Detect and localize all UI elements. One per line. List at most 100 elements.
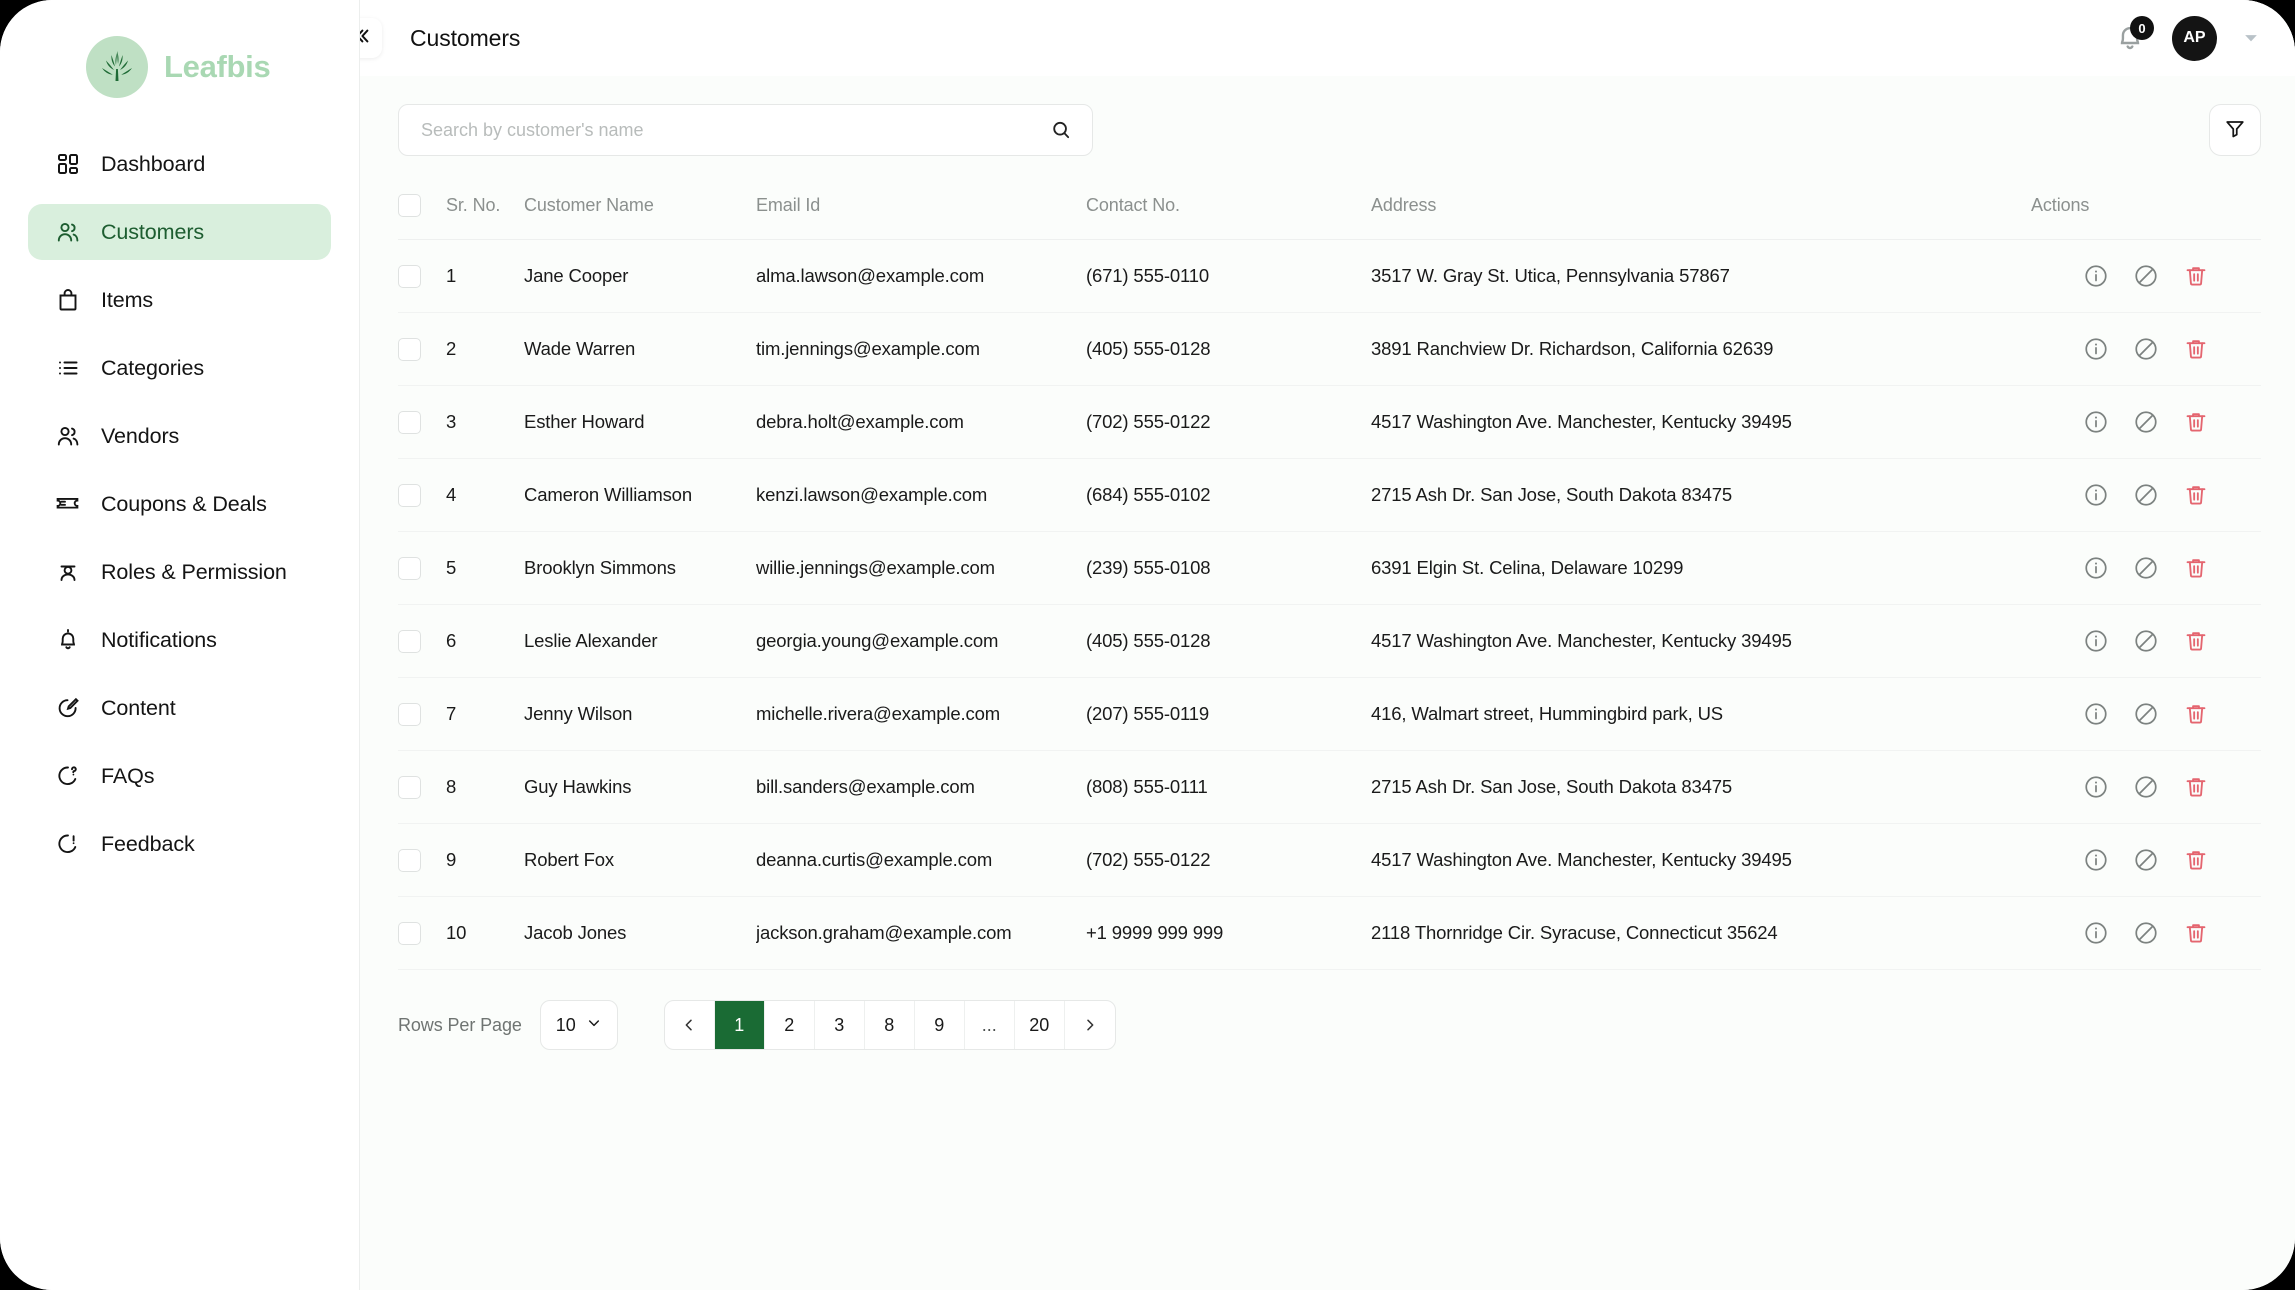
- cell-actions: [2031, 531, 2261, 605]
- search-input[interactable]: [421, 119, 1050, 141]
- sidebar-item-label: Roles & Permission: [101, 559, 287, 584]
- cell-address: 4517 Washington Ave. Manchester, Kentuck…: [1371, 385, 2031, 459]
- page-button-8[interactable]: 8: [865, 1001, 915, 1049]
- page-button-20[interactable]: 20: [1015, 1001, 1065, 1049]
- row-checkbox[interactable]: [398, 264, 421, 288]
- row-checkbox[interactable]: [398, 483, 421, 507]
- info-circle-icon[interactable]: [2083, 628, 2109, 654]
- select-all-checkbox[interactable]: [398, 194, 421, 217]
- trash-delete-icon[interactable]: [2183, 482, 2209, 508]
- sidebar-item-feedback[interactable]: Feedback: [28, 816, 331, 872]
- block-ban-icon[interactable]: [2133, 701, 2159, 727]
- info-circle-icon[interactable]: [2083, 701, 2109, 727]
- page-button-1[interactable]: 1: [714, 1001, 765, 1049]
- column-header-actions: Actions: [2031, 182, 2261, 240]
- block-ban-icon[interactable]: [2133, 482, 2159, 508]
- trash-delete-icon[interactable]: [2183, 847, 2209, 873]
- sidebar-item-notifications[interactable]: Notifications: [28, 612, 331, 668]
- row-action-group: [2031, 555, 2261, 581]
- table-row: 6 Leslie Alexander georgia.young@example.c…: [398, 604, 2261, 678]
- block-ban-icon[interactable]: [2133, 920, 2159, 946]
- trash-delete-icon[interactable]: [2183, 555, 2209, 581]
- topbar-actions: 0 AP: [2114, 15, 2261, 61]
- bag-icon: [54, 287, 81, 314]
- cell-email-id: bill.sanders@example.com: [756, 750, 1086, 824]
- cell-email-id: alma.lawson@example.com: [756, 239, 1086, 313]
- row-checkbox[interactable]: [398, 702, 421, 726]
- block-ban-icon[interactable]: [2133, 555, 2159, 581]
- avatar[interactable]: AP: [2172, 15, 2217, 61]
- main-area: Customers 0 AP Search by customer's name…: [342, 0, 2295, 1290]
- sidebar-item-vendors[interactable]: Vendors: [28, 408, 331, 464]
- sidebar-item-content[interactable]: Content: [28, 680, 331, 736]
- brand-logo[interactable]: Leafbis: [0, 26, 359, 108]
- cell-contact-no: (405) 555-0128: [1086, 312, 1371, 386]
- block-ban-icon[interactable]: [2133, 628, 2159, 654]
- filter-button[interactable]: [2209, 104, 2261, 156]
- block-ban-icon[interactable]: [2133, 847, 2159, 873]
- sidebar-item-coupons-deals[interactable]: Coupons & Deals: [28, 476, 331, 532]
- table-row: 5 Brooklyn Simmons willie.jennings@example…: [398, 531, 2261, 605]
- info-circle-icon[interactable]: [2083, 482, 2109, 508]
- chevron-right-icon[interactable]: [1065, 1001, 1115, 1049]
- trash-delete-icon[interactable]: [2183, 920, 2209, 946]
- page-button-9[interactable]: 9: [915, 1001, 965, 1049]
- info-circle-icon[interactable]: [2083, 336, 2109, 362]
- block-ban-icon[interactable]: [2133, 336, 2159, 362]
- row-checkbox[interactable]: [398, 921, 421, 945]
- cell-actions: [2031, 823, 2261, 897]
- row-checkbox[interactable]: [398, 410, 421, 434]
- feedback-chat-icon: [54, 831, 81, 858]
- cell-email-id: willie.jennings@example.com: [756, 531, 1086, 605]
- table-header: Sr. No. Customer Name Email Id Contact N…: [398, 182, 2261, 240]
- cell-email-id: michelle.rivera@example.com: [756, 677, 1086, 751]
- row-select-cell: [398, 896, 446, 970]
- page-button-3[interactable]: 3: [815, 1001, 865, 1049]
- row-checkbox[interactable]: [398, 848, 421, 872]
- info-circle-icon[interactable]: [2083, 847, 2109, 873]
- search-icon[interactable]: [1050, 119, 1074, 141]
- table-row: 8 Guy Hawkins bill.sanders@example.com (808…: [398, 750, 2261, 824]
- chevron-down-icon: [586, 1015, 602, 1036]
- cell-contact-no: (239) 555-0108: [1086, 531, 1371, 605]
- row-checkbox[interactable]: [398, 556, 421, 580]
- row-checkbox[interactable]: [398, 337, 421, 361]
- table-row: 9 Robert Fox deanna.curtis@example.com (702…: [398, 823, 2261, 897]
- column-header-email-id: Email Id: [756, 182, 1086, 240]
- block-ban-icon[interactable]: [2133, 774, 2159, 800]
- notifications-button[interactable]: 0: [2114, 16, 2154, 55]
- info-circle-icon[interactable]: [2083, 920, 2109, 946]
- row-select-cell: [398, 312, 446, 386]
- trash-delete-icon[interactable]: [2183, 774, 2209, 800]
- trash-delete-icon[interactable]: [2183, 263, 2209, 289]
- page-button-2[interactable]: 2: [765, 1001, 815, 1049]
- sidebar-item-dashboard[interactable]: Dashboard: [28, 136, 331, 192]
- rows-per-page-select[interactable]: 10: [539, 1000, 618, 1050]
- info-circle-icon[interactable]: [2083, 409, 2109, 435]
- chevron-left-icon[interactable]: [665, 1001, 715, 1049]
- row-checkbox[interactable]: [398, 775, 421, 799]
- block-ban-icon[interactable]: [2133, 263, 2159, 289]
- info-circle-icon[interactable]: [2083, 263, 2109, 289]
- cell-customer-name: Jacob Jones: [524, 896, 756, 970]
- column-header-contact-no: Contact No.: [1086, 182, 1371, 240]
- sidebar-item-customers[interactable]: Customers: [28, 204, 331, 260]
- trash-delete-icon[interactable]: [2183, 628, 2209, 654]
- table-row: 4 Cameron Williamson kenzi.lawson@example.…: [398, 458, 2261, 532]
- search-box[interactable]: [398, 104, 1093, 156]
- info-circle-icon[interactable]: [2083, 774, 2109, 800]
- sidebar-item-categories[interactable]: Categories: [28, 340, 331, 396]
- row-checkbox[interactable]: [398, 629, 421, 653]
- info-circle-icon[interactable]: [2083, 555, 2109, 581]
- pagination: Rows Per Page 10 1 2 3 8 9... 20: [398, 1000, 2261, 1060]
- trash-delete-icon[interactable]: [2183, 701, 2209, 727]
- sidebar-item-items[interactable]: Items: [28, 272, 331, 328]
- sidebar-item-faqs[interactable]: FAQs: [28, 748, 331, 804]
- block-ban-icon[interactable]: [2133, 409, 2159, 435]
- sidebar-item-roles-permission[interactable]: Roles & Permission: [28, 544, 331, 600]
- cell-customer-name: Wade Warren: [524, 312, 756, 386]
- trash-delete-icon[interactable]: [2183, 336, 2209, 362]
- trash-delete-icon[interactable]: [2183, 409, 2209, 435]
- cell-address: 6391 Elgin St. Celina, Delaware 10299: [1371, 531, 2031, 605]
- chevron-down-icon[interactable]: [2241, 28, 2261, 48]
